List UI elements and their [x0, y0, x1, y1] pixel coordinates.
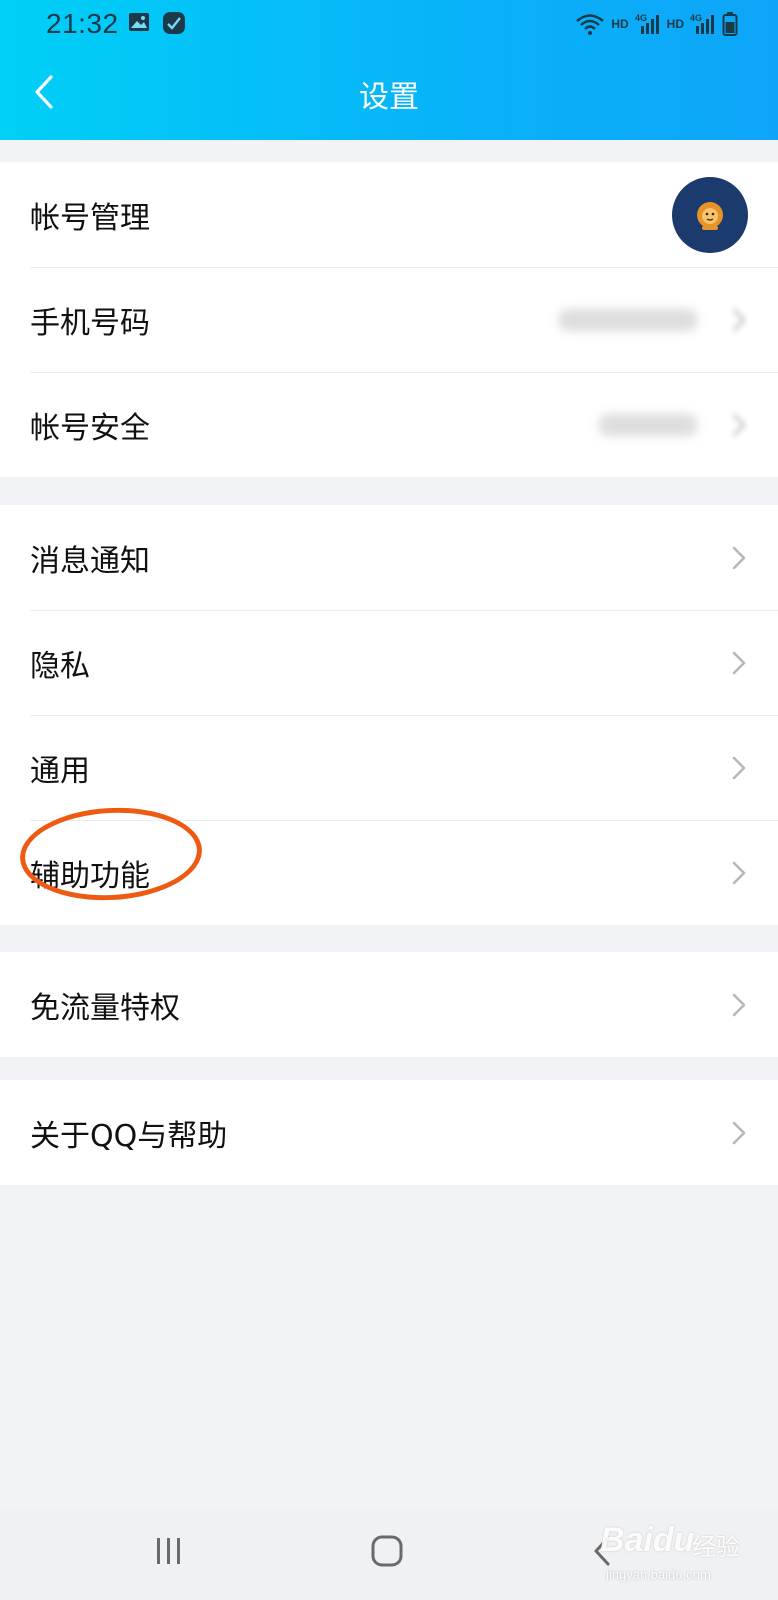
app-notification-icon	[163, 12, 185, 34]
chevron-right-icon	[730, 544, 748, 572]
recent-apps-icon	[157, 1538, 180, 1564]
settings-item-privacy[interactable]: 隐私	[0, 610, 778, 715]
settings-item-label: 手机号码	[30, 305, 150, 341]
settings-item-label: 免流量特权	[30, 990, 180, 1026]
signal-icon-1: 4G	[635, 13, 659, 34]
settings-item-free-data[interactable]: 免流量特权	[0, 952, 778, 1057]
watermark-url: jingyan.baidu.com	[606, 1567, 711, 1582]
chevron-right-icon	[730, 754, 748, 782]
app-header: 21:32 HD 4G HD 4G 设置	[0, 0, 778, 140]
hd-label-2: HD	[666, 17, 684, 31]
settings-group-about: 关于QQ与帮助	[0, 1080, 778, 1185]
signal-icon-2: 4G	[690, 13, 714, 34]
settings-group-data: 免流量特权	[0, 952, 778, 1057]
gallery-icon	[129, 13, 149, 31]
net-label-1: 4G	[635, 13, 647, 23]
settings-item-label: 帐号管理	[30, 200, 150, 236]
recent-apps-button[interactable]	[152, 1534, 186, 1572]
chevron-right-icon	[730, 859, 748, 887]
settings-item-account-management[interactable]: 帐号管理	[0, 162, 778, 267]
settings-item-label: 消息通知	[30, 543, 150, 579]
settings-item-label: 通用	[30, 753, 90, 789]
settings-item-label: 隐私	[30, 648, 90, 684]
chevron-right-icon	[730, 306, 748, 334]
net-label-2: 4G	[690, 13, 702, 23]
chevron-right-icon	[730, 991, 748, 1019]
wifi-icon	[576, 14, 605, 35]
settings-item-phone-number[interactable]: 手机号码	[0, 267, 778, 372]
home-button[interactable]	[370, 1534, 404, 1572]
watermark-brand: Baidu	[600, 1521, 695, 1559]
settings-item-label: 帐号安全	[30, 410, 150, 446]
status-icons: HD 4G HD 4G	[575, 10, 738, 38]
security-status-value-blurred	[598, 413, 698, 436]
home-icon	[371, 1535, 403, 1567]
battery-icon	[722, 12, 738, 36]
status-bar: 21:32 HD 4G HD 4G	[0, 0, 778, 48]
settings-item-notifications[interactable]: 消息通知	[0, 505, 778, 610]
chevron-right-icon	[730, 411, 748, 439]
settings-item-account-security[interactable]: 帐号安全	[0, 372, 778, 477]
chevron-right-icon	[730, 649, 748, 677]
baidu-watermark: Baidu 经验 jingyan.baidu.com	[600, 1513, 770, 1598]
settings-item-label: 关于QQ与帮助	[30, 1118, 228, 1154]
avatar[interactable]	[672, 176, 748, 253]
phone-number-value-blurred	[558, 308, 698, 331]
chevron-right-icon	[730, 1119, 748, 1147]
settings-group-account: 帐号管理 手机号码 帐号安全	[0, 162, 778, 477]
settings-item-general[interactable]: 通用	[0, 715, 778, 820]
settings-item-about-help[interactable]: 关于QQ与帮助	[0, 1080, 778, 1185]
status-time: 21:32	[46, 8, 119, 39]
page-title: 设置	[359, 80, 419, 115]
hd-label-1: HD	[611, 17, 629, 31]
watermark-product: 经验	[692, 1533, 740, 1561]
lion-avatar-icon	[697, 201, 723, 230]
